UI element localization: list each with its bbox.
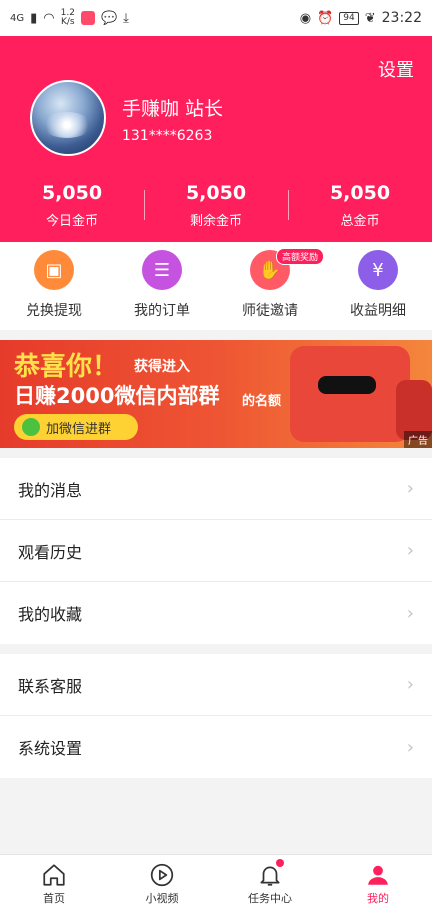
stat-total-coins[interactable]: 5,050 总金币 [288, 182, 432, 229]
signal-bars-icon: ▮ [30, 10, 38, 26]
home-icon [43, 863, 65, 886]
action-label: 兑换提现 [26, 303, 82, 319]
action-label: 师徒邀请 [242, 303, 298, 319]
network-speed: 1.2 K/s [61, 9, 75, 27]
user-icon [368, 865, 388, 885]
coin-stats: 5,050 今日金币 5,050 剩余金币 5,050 总金币 [0, 182, 432, 229]
status-right: ◉ ⏰ 94 ❦ 23:22 [300, 10, 422, 26]
profile-header: 设置 手赚咖 站长 131****6263 5,050 今日金币 5,050 剩… [0, 36, 432, 242]
play-circle-icon [150, 863, 174, 886]
menu-item-history[interactable]: 观看历史 › [0, 520, 432, 582]
menu-item-label: 我的收藏 [18, 605, 83, 624]
avatar[interactable] [30, 80, 106, 156]
clock: 23:22 [381, 10, 422, 26]
tab-label: 任务中心 [248, 891, 292, 905]
action-invite[interactable]: ✋ 高额奖励 师徒邀请 [216, 242, 324, 330]
bottom-tab-bar: 首页 小视频 任务中心 我的 [0, 854, 432, 912]
menu-group-primary: 我的消息 › 观看历史 › 我的收藏 › [0, 458, 432, 644]
chevron-right-icon: › [406, 540, 414, 561]
alarm-icon: ⏰ [317, 10, 334, 26]
app-notification-icon [80, 11, 95, 25]
banner-subtitle: 获得进入 [134, 359, 190, 375]
wifi-icon: ◠ [43, 10, 55, 26]
settings-button[interactable]: 设置 [378, 56, 414, 82]
menu-item-system-settings[interactable]: 系统设置 › [0, 716, 432, 778]
tab-home[interactable]: 首页 [0, 855, 108, 912]
stat-label: 剩余金币 [189, 214, 242, 229]
action-withdraw[interactable]: ▣ 兑换提现 [0, 242, 108, 330]
chevron-right-icon: › [406, 674, 414, 695]
network-speed-unit: K/s [60, 17, 75, 27]
stat-value: 5,050 [185, 182, 247, 204]
ad-tag: 广告 [404, 431, 432, 448]
clipboard-icon: ☰ [142, 250, 182, 290]
promo-banner[interactable]: 恭喜你！ 获得进入 日赚2000微信内部群 的名额 加微信进群 广告 [0, 340, 432, 448]
menu-item-label: 观看历史 [18, 542, 83, 562]
username: 手赚咖 站长 [122, 98, 224, 120]
quick-actions: ▣ 兑换提现 ☰ 我的订单 ✋ 高额奖励 师徒邀请 ¥ 收益明细 [0, 242, 432, 330]
banner-main-text: 日赚2000微信内部群 [14, 384, 220, 408]
message-icon: 💬 [100, 10, 118, 26]
menu-item-support[interactable]: 联系客服 › [0, 654, 432, 716]
battery-indicator: 94 [339, 11, 359, 25]
mascot-illustration [290, 346, 410, 442]
tab-label: 我的 [367, 891, 389, 905]
join-wechat-button[interactable]: 加微信进群 [14, 414, 138, 440]
stat-label: 今日金币 [45, 214, 98, 229]
signal-indicator: 4G [10, 12, 25, 24]
chevron-right-icon: › [406, 478, 414, 499]
stat-value: 5,050 [329, 182, 391, 204]
reward-badge: 高额奖励 [276, 248, 324, 265]
stat-label: 总金币 [340, 214, 380, 229]
yuan-doc-icon: ¥ [358, 250, 398, 290]
notification-dot [276, 859, 284, 867]
tab-label: 小视频 [145, 891, 179, 905]
ticket-icon: ▣ [34, 250, 74, 290]
sunglasses-graphic [318, 376, 376, 394]
status-bar: 4G ▮ ◠ 1.2 K/s 💬 ⤓ ◉ ⏰ 94 ❦ 23:22 [0, 0, 432, 36]
chevron-right-icon: › [406, 602, 414, 624]
menu-group-secondary: 联系客服 › 系统设置 › [0, 654, 432, 778]
banner-tail-text: 的名额 [242, 394, 282, 409]
menu-item-messages[interactable]: 我的消息 › [0, 458, 432, 520]
tab-short-video[interactable]: 小视频 [108, 855, 216, 912]
leaf-icon: ❦ [364, 10, 376, 26]
stat-remaining-coins[interactable]: 5,050 剩余金币 [144, 182, 288, 229]
phone-number: 131****6263 [122, 128, 213, 144]
menu-item-label: 我的消息 [18, 480, 83, 500]
eye-icon: ◉ [299, 10, 312, 26]
download-icon: ⤓ [123, 10, 129, 26]
status-left: 4G ▮ ◠ 1.2 K/s 💬 ⤓ [10, 9, 129, 27]
menu-item-label: 系统设置 [18, 739, 83, 758]
tab-task-center[interactable]: 任务中心 [216, 855, 324, 912]
banner-title: 恭喜你！ [14, 352, 119, 382]
wechat-icon [22, 418, 40, 436]
chevron-right-icon: › [406, 736, 414, 758]
action-earnings[interactable]: ¥ 收益明细 [324, 242, 432, 330]
stat-today-coins[interactable]: 5,050 今日金币 [0, 182, 144, 229]
tab-label: 首页 [43, 891, 65, 905]
tab-me[interactable]: 我的 [324, 855, 432, 912]
menu-item-favorites[interactable]: 我的收藏 › [0, 582, 432, 644]
stat-value: 5,050 [41, 182, 103, 204]
menu-item-label: 联系客服 [18, 676, 83, 696]
action-orders[interactable]: ☰ 我的订单 [108, 242, 216, 330]
action-label: 收益明细 [350, 303, 406, 319]
join-wechat-label: 加微信进群 [46, 421, 112, 437]
action-label: 我的订单 [134, 303, 190, 319]
